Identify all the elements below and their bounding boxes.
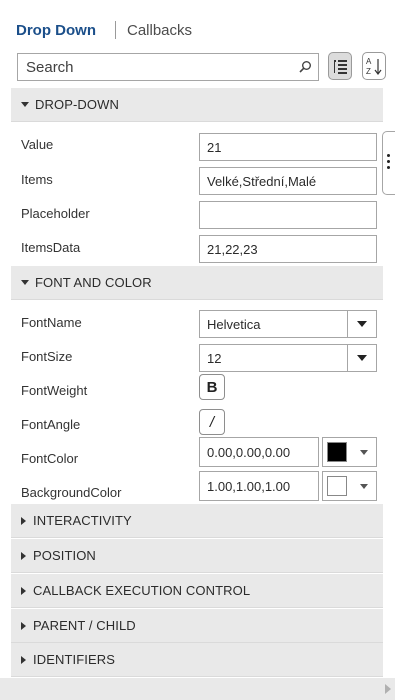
itemsdata-label: ItemsData [21,240,81,255]
placeholder-field[interactable] [199,201,377,229]
items-label: Items [21,172,53,187]
chevron-down-icon [360,484,368,489]
value-field[interactable]: 21 [199,133,377,161]
section-parent-child-header[interactable]: PARENT / CHILD [11,609,383,643]
section-font-color-header[interactable]: FONT AND COLOR [11,266,383,300]
bold-toggle-button[interactable]: B [199,374,225,400]
section-identifiers-header[interactable]: IDENTIFIERS [11,643,383,677]
section-interactivity-header[interactable]: INTERACTIVITY [11,504,383,538]
fontcolor-label: FontColor [21,451,79,466]
search-box [17,53,319,81]
section-callback-header[interactable]: CALLBACK EXECUTION CONTROL [11,574,383,608]
list-group-icon [334,60,347,74]
chevron-down-icon [357,355,367,361]
section-parent-child-title: PARENT / CHILD [33,618,136,633]
items-editor-handle[interactable] [382,131,395,195]
expand-triangle-icon [21,621,26,630]
resize-grip-icon[interactable] [385,684,391,694]
search-icon[interactable] [298,60,312,74]
expand-triangle-icon [21,551,26,560]
fontangle-label: FontAngle [21,417,81,432]
bgcolor-field[interactable]: 1.00,1.00,1.00 [199,471,319,501]
collapse-triangle-icon [21,102,29,107]
chevron-down-icon [360,450,368,455]
status-bar [0,678,395,700]
group-view-button[interactable] [328,52,352,80]
fontsize-field[interactable]: 12 [199,344,348,372]
fontsize-dropdown-button[interactable] [347,344,377,372]
placeholder-label: Placeholder [21,206,90,221]
italic-toggle-button[interactable]: / [199,409,225,435]
svg-text:Z: Z [366,67,371,76]
expand-triangle-icon [21,586,26,595]
svg-text:A: A [366,57,372,66]
italic-icon: / [209,413,215,431]
itemsdata-field[interactable]: 21,22,23 [199,235,377,263]
fontweight-label: FontWeight [21,383,88,398]
fontcolor-swatch [327,442,347,462]
search-input[interactable] [18,54,288,80]
fontcolor-picker-button[interactable] [322,437,377,467]
more-options-icon [387,154,390,172]
fontname-field[interactable]: Helvetica [199,310,348,338]
chevron-down-icon [357,321,367,327]
expand-triangle-icon [21,655,26,664]
bold-icon: B [206,378,218,396]
sort-az-icon: A Z [366,57,382,76]
items-field[interactable]: Velké,Střední,Malé [199,167,377,195]
section-position-title: POSITION [33,548,96,563]
value-label: Value [21,137,54,152]
section-interactivity-title: INTERACTIVITY [33,513,132,528]
bgcolor-picker-button[interactable] [322,471,377,501]
tab-drop-down[interactable]: Drop Down [16,22,96,39]
sort-az-button[interactable]: A Z [362,52,386,80]
inspector-tabs: Drop Down Callbacks [0,0,395,46]
bgcolor-swatch [327,476,347,496]
section-dropdown-header[interactable]: DROP-DOWN [11,88,383,122]
bgcolor-label: BackgroundColor [21,485,122,500]
section-dropdown-title: DROP-DOWN [35,97,119,112]
expand-triangle-icon [21,516,26,525]
fontname-label: FontName [21,315,82,330]
tab-callbacks[interactable]: Callbacks [127,22,192,39]
collapse-triangle-icon [21,280,29,285]
fontsize-label: FontSize [21,349,73,364]
fontname-dropdown-button[interactable] [347,310,377,338]
section-callback-title: CALLBACK EXECUTION CONTROL [33,583,251,598]
section-position-header[interactable]: POSITION [11,539,383,573]
tab-divider [115,21,116,39]
section-identifiers-title: IDENTIFIERS [33,652,115,667]
fontcolor-field[interactable]: 0.00,0.00,0.00 [199,437,319,467]
section-font-color-title: FONT AND COLOR [35,275,152,290]
